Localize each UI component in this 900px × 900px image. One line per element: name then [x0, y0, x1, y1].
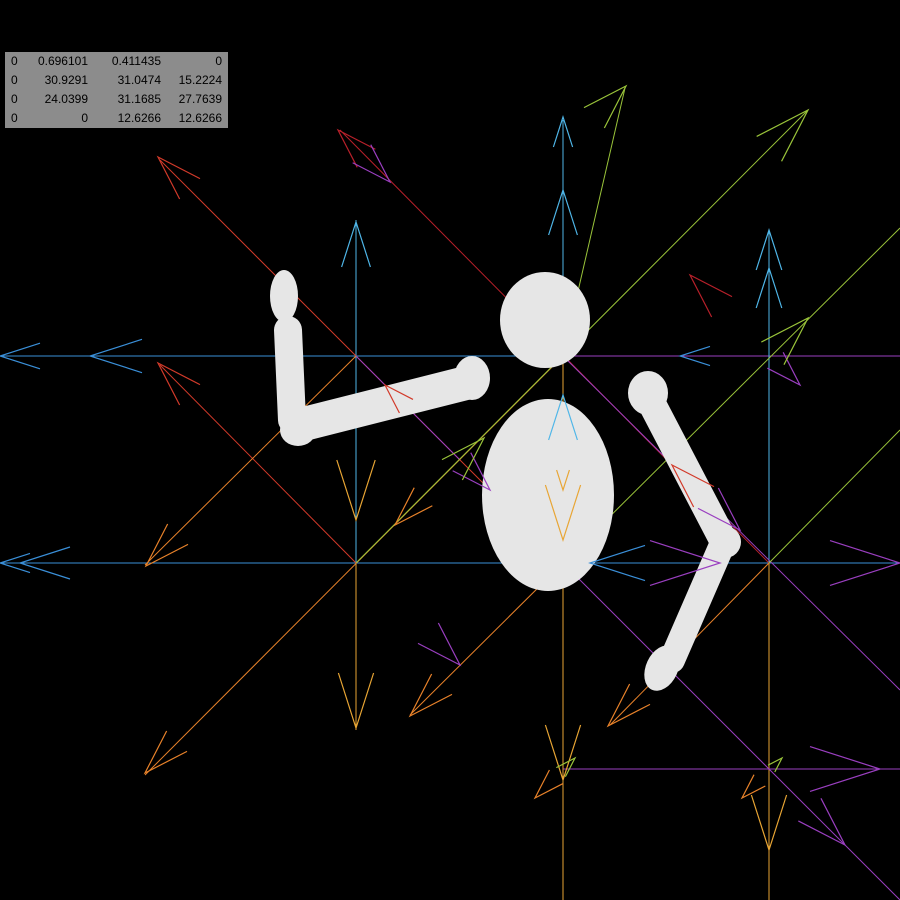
matrix-cell: 12.6266 — [178, 111, 222, 125]
arrow-head — [688, 273, 733, 318]
matrix-cell: 0 — [81, 111, 88, 125]
upper-arm-left-shape — [283, 365, 487, 442]
matrix-cell: 0 — [11, 54, 18, 68]
vector-field-scene — [0, 84, 900, 900]
matrix-row: 0 24.0399 31.1685 27.7639 — [5, 90, 228, 109]
guide-line — [144, 355, 357, 566]
arrow-head — [408, 673, 453, 718]
matrix-row: 0 0 12.6266 12.6266 — [5, 109, 228, 128]
upper-arm-right-shape — [636, 386, 736, 552]
guide-line — [562, 355, 900, 691]
arrow-head — [441, 436, 486, 481]
elbow-left-shape — [280, 414, 316, 446]
matrix-cell: 0.411435 — [111, 54, 161, 68]
arrow-head — [144, 523, 189, 568]
matrix-cell: 0 — [11, 111, 18, 125]
arrow-head — [583, 84, 628, 129]
grid-guide-lines — [0, 87, 900, 900]
matrix-cell: 0 — [215, 54, 222, 68]
elbow-right-shape — [709, 526, 741, 558]
forearm-left-shape — [274, 316, 306, 434]
arrow-head — [143, 730, 188, 775]
arrow-head — [761, 316, 810, 365]
forearm-right-shape — [659, 532, 735, 673]
hand-left-shape — [270, 270, 298, 322]
matrix-cell: 27.7639 — [178, 92, 222, 106]
guide-line — [768, 429, 900, 564]
matrix-readout-panel: 0 0.696101 0.411435 0 0 30.9291 31.0474 … — [5, 52, 228, 128]
arrow-head — [533, 769, 564, 800]
matrix-cell: 0 — [11, 92, 18, 106]
arrow-head — [336, 128, 376, 168]
force-arrows — [0, 84, 900, 852]
arrow-head — [156, 155, 201, 200]
head-shape — [500, 272, 590, 368]
matrix-cell: 12.6266 — [117, 111, 161, 125]
matrix-cell: 31.1685 — [117, 92, 161, 106]
arrow-head — [740, 774, 766, 800]
mannequin-figure — [270, 270, 741, 691]
matrix-row: 0 30.9291 31.0474 15.2224 — [5, 71, 228, 90]
arrow-head — [417, 622, 462, 667]
matrix-cell: 0.696101 — [37, 54, 88, 68]
matrix-cell: 15.2224 — [178, 73, 222, 87]
matrix-cell: 30.9291 — [44, 73, 88, 87]
arrow-head — [352, 144, 392, 184]
arrow-head — [767, 352, 802, 387]
matrix-cell: 0 — [11, 73, 18, 87]
matrix-row: 0 0.696101 0.411435 0 — [5, 52, 228, 71]
guide-line — [159, 364, 357, 564]
matrix-cell: 24.0399 — [44, 92, 88, 106]
matrix-cell: 31.0474 — [117, 73, 161, 87]
guide-line — [562, 562, 900, 900]
